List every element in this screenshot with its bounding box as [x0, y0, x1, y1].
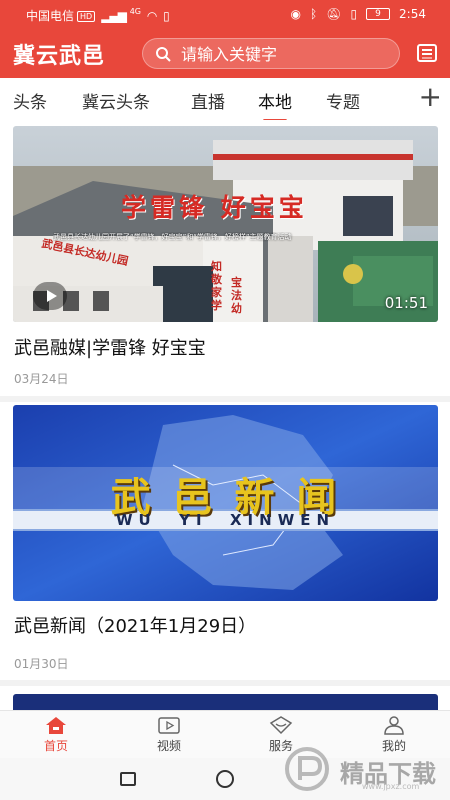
thumb-banner: 学雷锋 好宝宝: [121, 193, 308, 222]
signal-icon: ▂▄▆: [101, 9, 127, 23]
recent-apps-button[interactable]: [120, 772, 136, 786]
battery-icon: 9: [366, 8, 391, 20]
news-date: 01月30日: [14, 657, 69, 671]
network-type: 4G: [129, 7, 142, 16]
news-title[interactable]: 武邑新闻（2021年1月29日）: [14, 612, 256, 638]
status-bar: 中国电信 HD ▂▄▆ 4G ◠ ▯ ◉ ᛒ 🔕︎ ▯ 9 2:54: [0, 0, 450, 28]
carrier-text: 中国电信: [26, 9, 75, 23]
sim-icon: ▯: [163, 9, 170, 23]
clock: 2:54: [399, 7, 426, 21]
home-button[interactable]: [216, 770, 234, 788]
thumb-caption: 武邑县长达幼儿园开展了“学雷锋，好宝宝”和“学雷锋，好榜样”主题教育活动: [53, 233, 292, 241]
thumbnail-image: [13, 126, 438, 322]
mute-icon: 🔕︎: [326, 7, 342, 21]
nav-home[interactable]: 首页: [26, 715, 86, 754]
video-thumbnail[interactable]: [13, 694, 438, 710]
add-tab-icon[interactable]: +: [419, 82, 442, 112]
watermark: 精品下载 www.jpxz.com: [282, 746, 442, 792]
video-thumbnail[interactable]: 武 邑 新 闻 WU YI XINWEN: [13, 405, 438, 601]
video-thumbnail[interactable]: 学雷锋 好宝宝 武邑县长达幼儿园开展了“学雷锋，好宝宝”和“学雷锋，好榜样”主题…: [13, 126, 438, 322]
watermark-logo: [285, 747, 329, 791]
tab-local[interactable]: 本地: [258, 88, 292, 122]
tab-headlines[interactable]: 头条: [13, 88, 47, 113]
thumb-subtitle: WU YI XINWEN: [115, 511, 336, 529]
home-icon: [46, 717, 66, 734]
play-icon[interactable]: [33, 282, 67, 310]
news-title[interactable]: 武邑融媒|学雷锋 好宝宝: [14, 334, 206, 360]
news-feed: 学雷锋 好宝宝 武邑县长达幼儿园开展了“学雷锋，好宝宝”和“学雷锋，好榜样”主题…: [0, 120, 450, 710]
wifi-icon: ◠: [146, 9, 158, 23]
service-icon: [269, 716, 293, 735]
status-right: ◉ ᛒ 🔕︎ ▯ 9 2:54: [291, 7, 426, 21]
eye-icon: ◉: [290, 7, 301, 21]
category-tabs: 头条 冀云头条 直播 本地 专题 +: [0, 78, 450, 122]
tab-jiyun-headlines[interactable]: 冀云头条: [82, 88, 150, 113]
nav-home-label: 首页: [43, 739, 68, 753]
nav-video[interactable]: 视频: [139, 715, 199, 754]
news-date: 03月24日: [14, 372, 69, 386]
carrier-label: 中国电信 HD ▂▄▆ 4G ◠ ▯: [26, 7, 170, 24]
vibrate-icon: ▯: [350, 7, 358, 21]
nav-video-label: 视频: [156, 739, 181, 753]
thumb-sign-vertical: 知敬家学: [211, 260, 222, 312]
app-title: 冀云武邑: [13, 43, 106, 69]
watermark-url: www.jpxz.com: [362, 782, 420, 791]
search-box[interactable]: [142, 38, 400, 69]
bluetooth-icon: ᛒ: [310, 7, 318, 21]
search-input[interactable]: [181, 44, 391, 64]
list-item[interactable]: 学雷锋 好宝宝 武邑县长达幼儿园开展了“学雷锋，好宝宝”和“学雷锋，好榜样”主题…: [0, 120, 450, 396]
list-item[interactable]: [0, 686, 450, 710]
thumb-sign-vertical-2: 宝法幼: [231, 276, 242, 315]
video-duration: 01:51: [384, 294, 428, 312]
hd-badge: HD: [77, 11, 96, 22]
top-bar: 中国电信 HD ▂▄▆ 4G ◠ ▯ ◉ ᛒ 🔕︎ ▯ 9 2:54 冀云武邑: [0, 0, 450, 78]
tab-live[interactable]: 直播: [191, 88, 225, 113]
list-item[interactable]: 武 邑 新 闻 WU YI XINWEN 武邑新闻（2021年1月29日） 01…: [0, 402, 450, 680]
menu-icon[interactable]: [416, 42, 438, 64]
user-icon: [384, 716, 404, 735]
tab-topics[interactable]: 专题: [326, 88, 360, 113]
search-icon: [156, 47, 171, 62]
video-icon: [158, 717, 180, 734]
app-header: 冀云武邑: [0, 28, 450, 78]
